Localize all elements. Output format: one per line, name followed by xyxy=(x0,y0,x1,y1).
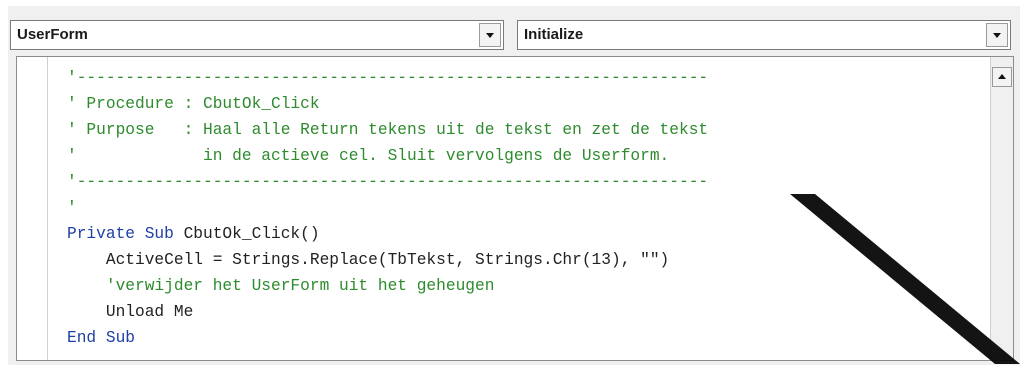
chevron-down-icon xyxy=(486,33,494,38)
code-line[interactable]: ' Purpose : Haal alle Return tekens uit … xyxy=(67,117,983,143)
identifier-token: CbutOk_Click() xyxy=(183,225,320,243)
vba-code-window: UserForm Initialize '-------------------… xyxy=(8,6,1020,365)
comment-text: 'verwijder het UserForm uit het geheugen xyxy=(67,277,495,295)
comment-text: ' in de actieve cel. Sluit vervolgens de… xyxy=(67,147,670,165)
code-line[interactable]: ' in de actieve cel. Sluit vervolgens de… xyxy=(67,143,983,169)
keyword-token: End Sub xyxy=(67,329,135,347)
comment-text: ' xyxy=(67,199,77,217)
keyword-token: Private Sub xyxy=(67,225,184,243)
code-text-area[interactable]: '---------------------------------------… xyxy=(67,65,983,351)
object-combobox-value: UserForm xyxy=(17,26,88,43)
code-line[interactable]: '---------------------------------------… xyxy=(67,65,983,91)
code-editor[interactable]: '---------------------------------------… xyxy=(16,56,1014,361)
comment-text: '---------------------------------------… xyxy=(67,173,709,191)
chevron-down-icon xyxy=(993,33,1001,38)
comment-text: ' Purpose : Haal alle Return tekens uit … xyxy=(67,121,709,139)
code-line[interactable]: ActiveCell = Strings.Replace(TbTekst, St… xyxy=(67,247,983,273)
procedure-combobox[interactable]: Initialize xyxy=(517,20,1011,50)
procedure-combobox-value: Initialize xyxy=(524,26,584,43)
code-line[interactable]: Unload Me xyxy=(67,299,983,325)
object-combobox-dropdown-button[interactable] xyxy=(479,23,501,47)
vertical-scrollbar[interactable] xyxy=(990,57,1013,360)
object-combobox[interactable]: UserForm xyxy=(10,20,504,50)
code-line[interactable]: Private Sub CbutOk_Click() xyxy=(67,221,983,247)
scroll-up-button[interactable] xyxy=(992,67,1012,87)
code-line[interactable]: ' xyxy=(67,195,983,221)
code-line[interactable]: 'verwijder het UserForm uit het geheugen xyxy=(67,273,983,299)
procedure-combobox-dropdown-button[interactable] xyxy=(986,23,1008,47)
code-line[interactable]: End Sub xyxy=(67,325,983,351)
comment-text: ' Procedure : CbutOk_Click xyxy=(67,95,320,113)
margin-indicator-bar[interactable] xyxy=(17,57,48,360)
comment-text: '---------------------------------------… xyxy=(67,69,709,87)
statement-text: Unload Me xyxy=(67,303,194,321)
code-line[interactable]: '---------------------------------------… xyxy=(67,169,983,195)
statement-text: ActiveCell = Strings.Replace(TbTekst, St… xyxy=(67,251,670,269)
code-line[interactable]: ' Procedure : CbutOk_Click xyxy=(67,91,983,117)
chevron-up-icon xyxy=(998,74,1006,79)
